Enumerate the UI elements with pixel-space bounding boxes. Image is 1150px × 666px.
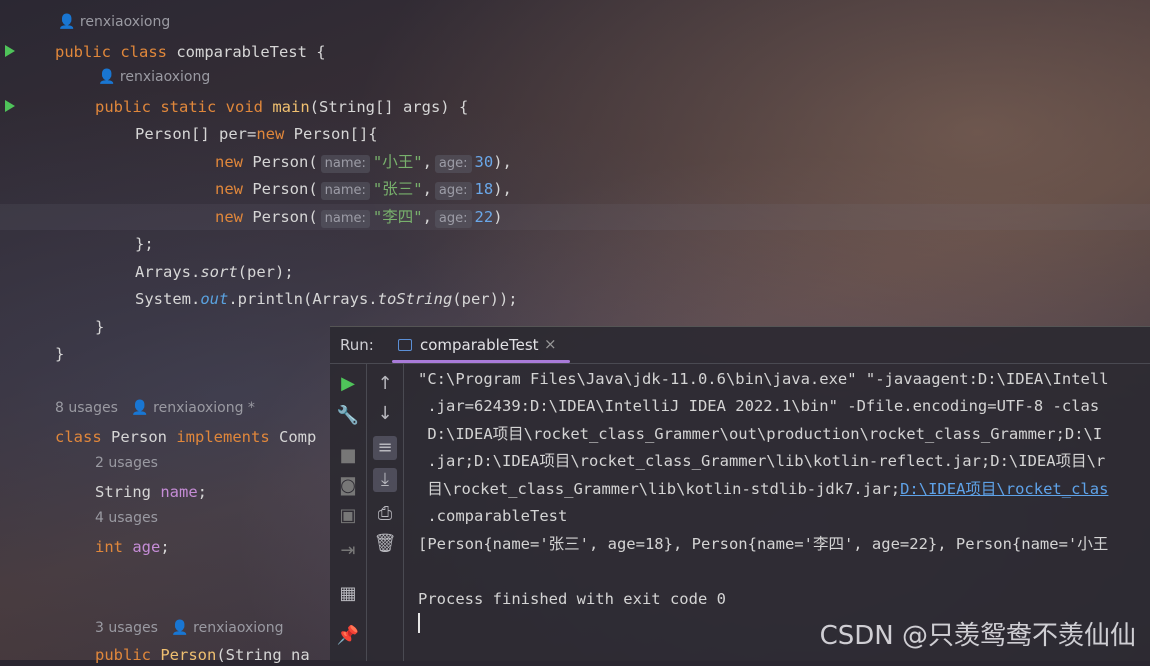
- usages-hint[interactable]: 2 usages: [95, 455, 158, 471]
- author-hint: 👤 renxiaoxiong: [98, 69, 211, 85]
- console-line: .jar=62439:D:\IDEA\IntelliJ IDEA 2022.1\…: [418, 397, 1100, 415]
- console-path-link[interactable]: D:\IDEA项目\rocket_clas: [900, 480, 1108, 498]
- console-line: .comparableTest: [418, 507, 568, 525]
- code-line-close-array: };: [135, 235, 154, 253]
- exit-icon[interactable]: ⇥: [336, 539, 360, 563]
- tab-label: comparableTest: [420, 336, 539, 354]
- code-line-constructor: public Person(String na: [95, 646, 310, 664]
- rerun-icon[interactable]: ▶: [336, 372, 360, 396]
- usages-hint[interactable]: 8 usages 👤 renxiaoxiong *: [55, 400, 255, 416]
- stop-icon[interactable]: ■: [336, 444, 360, 468]
- param-hint-name: name:: [320, 182, 370, 200]
- run-label: Run:: [340, 336, 374, 354]
- code-line-person-class: class Person implements Comp: [55, 428, 317, 446]
- console-icon: [398, 339, 412, 351]
- console-exit-line: Process finished with exit code 0: [418, 590, 726, 608]
- param-hint-age: age:: [434, 155, 472, 173]
- console-line: 目\rocket_class_Grammer\lib\kotlin-stdlib…: [418, 480, 1109, 498]
- code-line-close-main: }: [95, 318, 105, 336]
- param-hint-name: name:: [320, 155, 370, 173]
- param-hint-age: age:: [434, 210, 472, 228]
- wrench-icon[interactable]: 🔧: [336, 404, 360, 428]
- usages-hint[interactable]: 4 usages: [95, 510, 158, 526]
- trash-icon[interactable]: 🗑: [373, 532, 397, 556]
- current-line-highlight: [0, 204, 1150, 230]
- layout-icon[interactable]: ▦: [336, 582, 360, 606]
- code-line-main: public static void main(String[] args) {: [95, 98, 469, 116]
- console-line: D:\IDEA项目\rocket_class_Grammer\out\produ…: [418, 425, 1103, 443]
- camera-icon[interactable]: ◙: [336, 474, 360, 498]
- code-line-person-2: new Person(name: "李四", age: 22): [215, 208, 503, 228]
- run-class-icon[interactable]: [5, 45, 15, 57]
- console-line: "C:\Program Files\Java\jdk-11.0.6\bin\ja…: [418, 370, 1109, 388]
- code-line-person-1: new Person(name: "张三", age: 18),: [215, 180, 512, 200]
- tab-active-indicator: [392, 360, 570, 363]
- code-line-field-name: String name;: [95, 483, 207, 501]
- restore-layout-icon[interactable]: ▣: [336, 504, 360, 528]
- tab-comparabletest[interactable]: comparableTest ×: [392, 327, 570, 363]
- author-hint: 👤 renxiaoxiong: [58, 14, 171, 30]
- code-line-sort: Arrays.sort(per);: [135, 263, 294, 281]
- scroll-to-end-icon[interactable]: ⤓: [373, 468, 397, 492]
- console-result-line: [Person{name='张三', age=18}, Person{name=…: [418, 535, 1109, 553]
- print-icon[interactable]: ⎙: [373, 502, 397, 526]
- text-cursor: [418, 613, 420, 633]
- pin-icon[interactable]: 📌: [336, 624, 360, 648]
- run-toolbar-primary: ▶ 🔧 ■ ◙ ▣ ⇥ ▦ 📌: [330, 364, 367, 661]
- run-tool-window: Run: comparableTest × ▶ 🔧 ■ ◙ ▣ ⇥ ▦ 📌 ↑ …: [330, 326, 1150, 661]
- code-line-field-age: int age;: [95, 538, 170, 556]
- arrow-up-icon[interactable]: ↑: [373, 372, 397, 396]
- arrow-down-icon[interactable]: ↓: [373, 402, 397, 426]
- run-toolbar-secondary: ↑ ↓ ≡ ⤓ ⎙ 🗑: [367, 364, 404, 661]
- code-line-array: Person[] per=new Person[]{: [135, 125, 378, 143]
- usages-hint[interactable]: 3 usages 👤 renxiaoxiong: [95, 620, 283, 636]
- code-line-close-class: }: [55, 345, 65, 363]
- code-line-person-0: new Person(name: "小王", age: 30),: [215, 153, 512, 173]
- param-hint-age: age:: [434, 182, 472, 200]
- code-line-println: System.out.println(Arrays.toString(per))…: [135, 290, 518, 308]
- close-icon[interactable]: ×: [544, 335, 557, 353]
- run-main-icon[interactable]: [5, 100, 15, 112]
- code-line-class: public class comparableTest {: [55, 43, 326, 61]
- param-hint-name: name:: [320, 210, 370, 228]
- watermark: CSDN @只羡鸳鸯不羡仙仙: [819, 621, 1136, 651]
- soft-wrap-icon[interactable]: ≡: [373, 436, 397, 460]
- run-header: Run: comparableTest ×: [330, 327, 1150, 364]
- console-line: .jar;D:\IDEA项目\rocket_class_Grammer\lib\…: [418, 452, 1106, 470]
